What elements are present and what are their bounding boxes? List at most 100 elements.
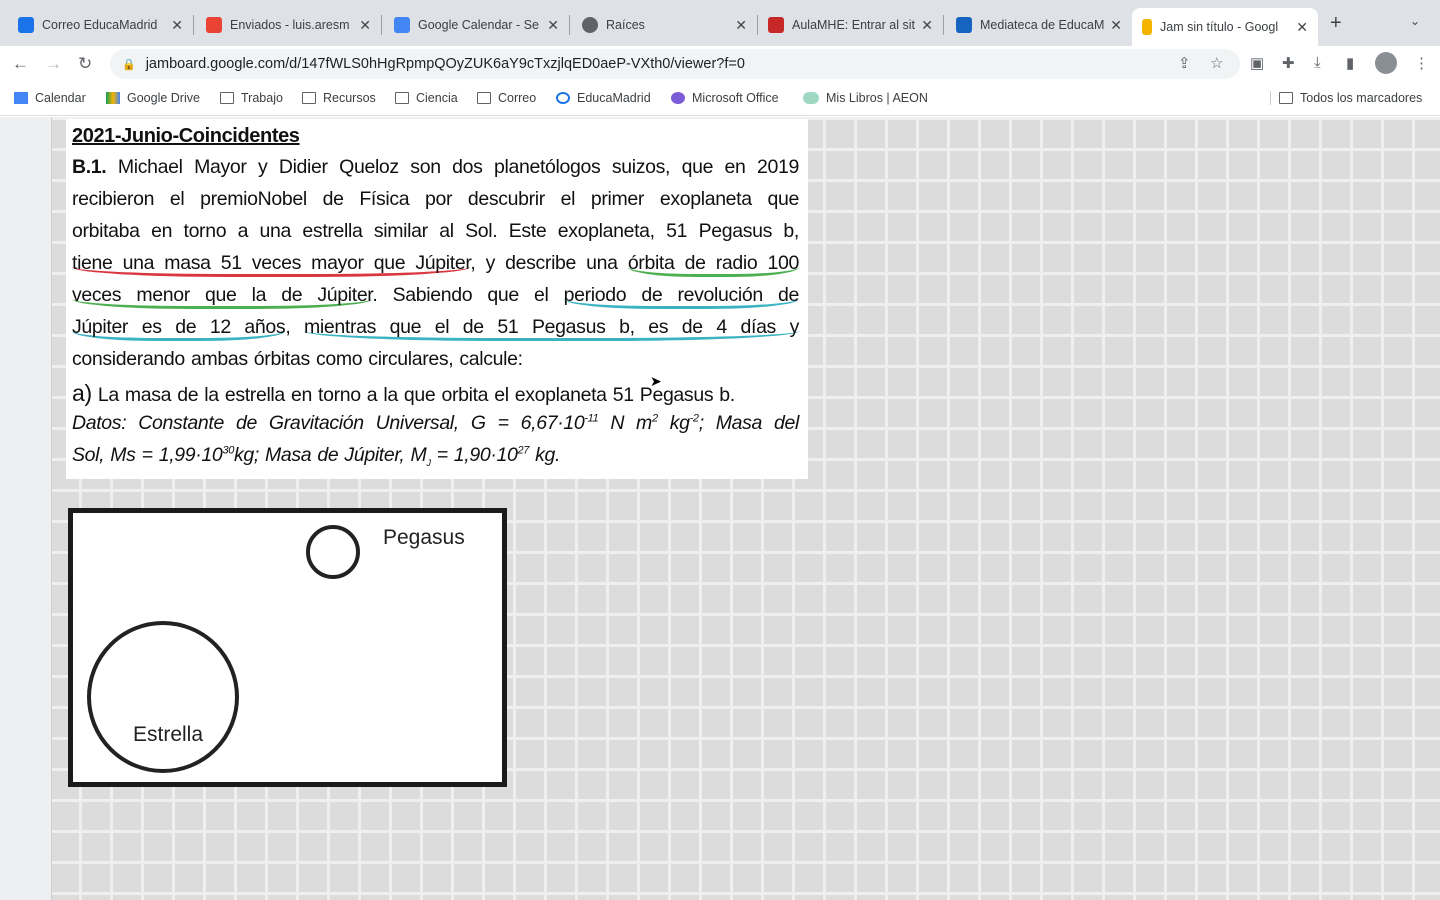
tab-strip: Correo EducaMadrid ✕ Enviados - luis.ares… [0,0,1440,46]
extensions-icon[interactable]: ✚ [1282,54,1295,72]
jamboard-canvas[interactable]: 2021-Junio-Coincidentes B.1. Michael May… [0,117,1440,900]
avatar[interactable] [1375,52,1397,74]
text-segment: Calendar [35,91,86,105]
download-icon[interactable]: ⤓ [1314,54,1321,71]
tab-correo[interactable]: Correo EducaMadrid ✕ [8,15,194,35]
blue-underline: mientras que el de 51 Pegasus b, es de 4… [304,316,799,341]
close-icon[interactable]: ✕ [547,17,559,34]
office-icon [671,92,685,104]
close-icon[interactable]: ✕ [735,17,747,34]
calendar-icon [14,92,28,104]
clapper-icon [956,17,972,33]
close-icon[interactable]: ✕ [359,17,371,34]
text-segment: kg; Masa de Júpiter, M [233,444,427,466]
side-panel-icon[interactable]: ▮ [1346,54,1354,72]
text-segment: EducaMadrid [577,91,651,105]
planet-label: Pegasus [383,526,465,549]
educamadrid-icon [556,92,570,104]
left-margin [0,117,52,900]
text-segment: Ciencia [416,91,458,105]
text-segment: N m [598,412,652,434]
text-segment: Google Calendar - Se [418,18,539,32]
green-underline: órbita de radio 100 [627,252,799,277]
close-icon[interactable]: ✕ [1110,17,1122,34]
tab-mediateca[interactable]: Mediateca de EducaM ✕ [946,8,1132,42]
forward-icon[interactable]: → [45,54,62,74]
bookmark-microsoft-office[interactable]: Microsoft Office [671,91,779,105]
text-segment: Enviados - luis.aresm [230,18,350,32]
close-icon[interactable]: ✕ [171,17,183,34]
text-segment: Mis Libros | AEON [826,91,928,105]
planet-circle [306,525,360,579]
bookmarks-bar: Calendar Google Drive Trabajo Recursos C… [0,82,1440,116]
jamboard-icon [1142,19,1152,35]
question-a: a) La masa de la estrella en torno a la … [72,380,799,407]
bookmark-correo[interactable]: Correo [477,91,536,105]
bookmark-mis-libros[interactable]: Mis Libros | AEON [803,91,928,105]
text-segment: Google Drive [127,91,200,105]
text-segment: Mediateca de EducaM [980,18,1105,32]
close-icon[interactable]: ✕ [921,17,933,34]
back-icon[interactable]: ← [12,54,29,74]
text-segment: Todos los marcadores [1300,91,1423,105]
text-segment: -2 [689,412,699,425]
text-segment: Correo [498,91,537,105]
text-segment: Jam sin título - Googl [1160,20,1279,34]
tab-calendar[interactable]: Google Calendar - Se ✕ [384,15,570,35]
folder-icon [477,92,491,104]
gmail-icon [206,17,222,33]
aeon-icon [803,92,819,104]
text-line: Júpiter es de 12 años, mientras que el d… [72,316,799,341]
data-line: Datos: Constante de Gravitación Universa… [72,412,799,435]
share-icon[interactable]: ⇪ [1178,54,1191,72]
text-segment: Datos: Constante de Gravitación Universa… [72,412,585,434]
text-segment: Trabajo [241,91,283,105]
problem-image[interactable]: 2021-Junio-Coincidentes B.1. Michael May… [66,119,808,479]
close-icon[interactable]: ✕ [1296,19,1308,36]
star-icon[interactable]: ☆ [1210,54,1223,72]
text-segment: 30 [222,444,234,457]
text-segment: Michael Mayor y Didier Queloz son dos pl… [106,156,800,178]
bookmark-recursos[interactable]: Recursos [302,91,376,105]
star-label: Estrella [133,723,204,746]
text-segment: 27 [517,444,530,457]
mouse-cursor-icon: ➤ [650,373,662,389]
lock-icon: 🔒 [122,58,136,71]
bookmark-ciencia[interactable]: Ciencia [395,91,458,105]
folder-icon [395,92,409,104]
reload-icon[interactable]: ↻ [78,54,92,74]
text-line: veces menor que la de Júpiter. Sabiendo … [72,284,799,309]
text-segment: = 1,90·10 [430,444,518,466]
aula-icon [768,17,784,33]
bookmark-calendar[interactable]: Calendar [14,91,86,105]
all-bookmarks[interactable]: Todos los marcadores [1270,91,1422,105]
text-segment: kg. [529,444,561,466]
text-line: tiene una masa 51 veces mayor que Júpite… [72,252,799,277]
menu-icon[interactable]: ⋮ [1414,54,1429,72]
tab-jamboard[interactable]: Jam sin título - Googl ✕ [1132,8,1318,46]
tab-raices[interactable]: Raíces ✕ [572,15,758,35]
cast-icon[interactable]: ▣ [1250,54,1264,72]
address-bar[interactable]: 🔒 jamboard.google.com/d/147fWLS0hHgRpmpQO… [110,49,1240,79]
tab-search-chevron-icon[interactable]: ⌄ [1410,14,1420,28]
bookmark-drive[interactable]: Google Drive [106,91,200,105]
red-underline: tiene una masa 51 veces mayor que Júpite… [72,252,471,277]
folder-icon [220,92,234,104]
mail-icon [18,17,34,33]
drive-icon [106,92,120,104]
text-segment: -11 [584,412,599,425]
new-tab-button[interactable]: + [1330,12,1342,35]
text-segment: a) [72,380,92,406]
blue-underline: Júpiter es de 12 años [72,316,286,341]
bookmark-educamadrid[interactable]: EducaMadrid [556,91,651,105]
text-segment: Recursos [323,91,376,105]
text-line: orbitaba en torno a una estrella similar… [72,220,799,242]
orbit-diagram[interactable]: Pegasus Estrella [68,508,507,787]
bookmark-trabajo[interactable]: Trabajo [220,91,283,105]
text-segment: jamboard.google.com/d/147fWLS0hHgRpmpQOy… [145,56,745,72]
text-segment: , y describe una [470,252,628,274]
tab-gmail[interactable]: Enviados - luis.aresm ✕ [196,15,382,35]
text-segment: Correo EducaMadrid [42,18,158,32]
text-segment: AulaMHE: Entrar al sit [792,18,915,32]
tab-aulamhe[interactable]: AulaMHE: Entrar al sit ✕ [758,15,944,35]
